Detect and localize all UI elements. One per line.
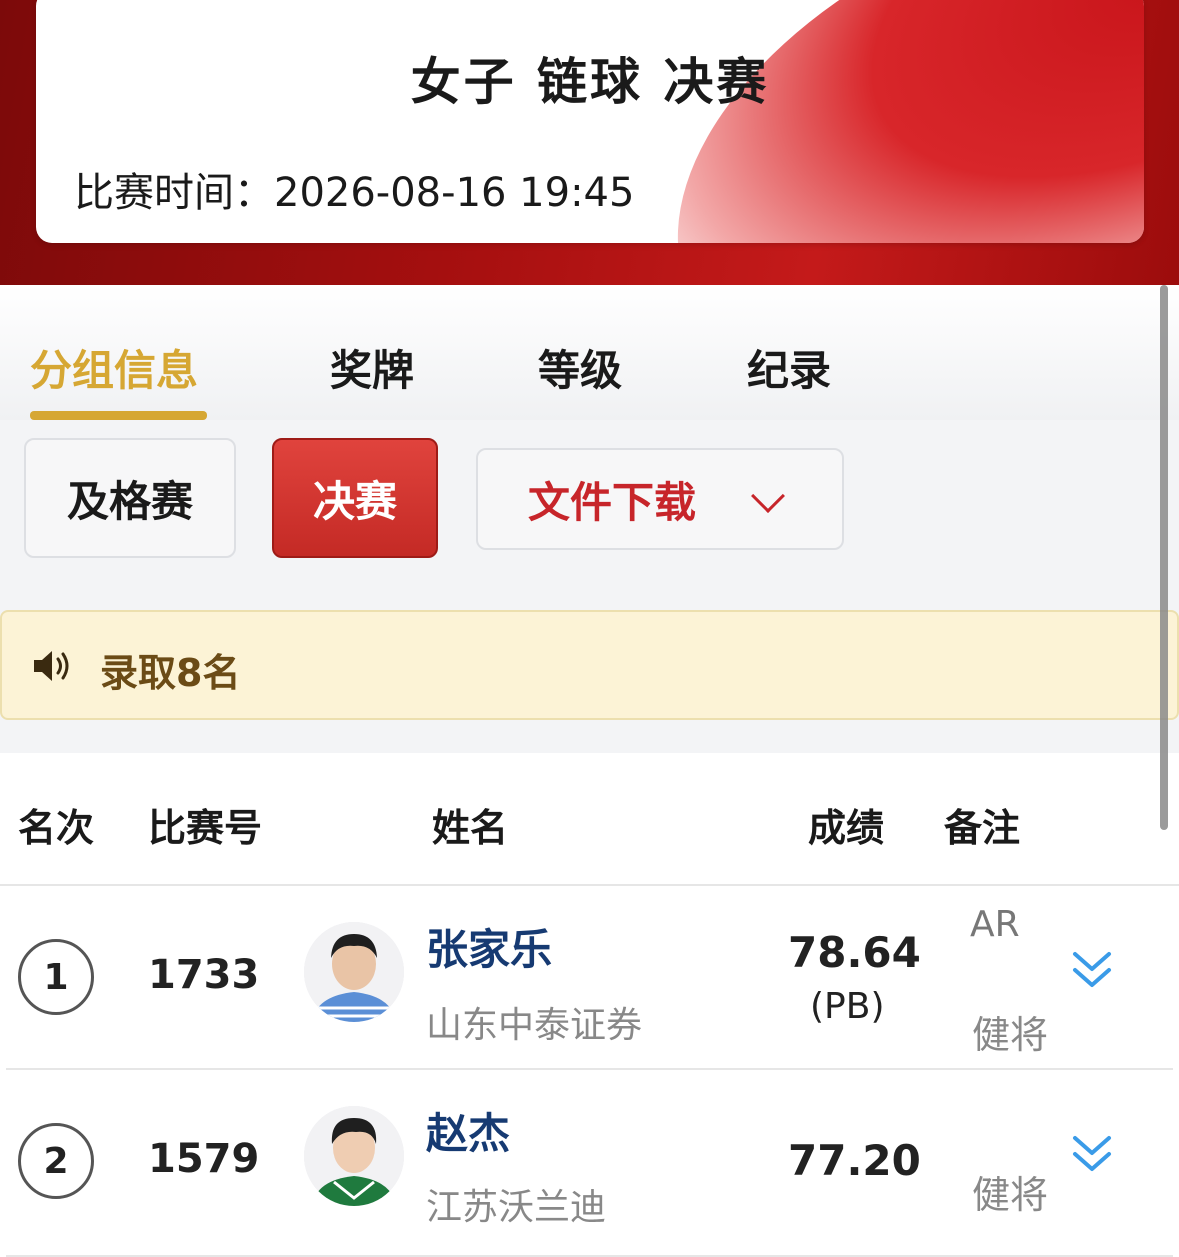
athlete-avatar [304,922,404,1022]
athlete-name[interactable]: 张家乐 [426,916,552,977]
event-time-value: 2026-08-16 19:45 [274,170,635,216]
table-row[interactable]: 2 1579 赵杰 江苏沃兰迪 77.20 健将 [6,1070,1173,1257]
personal-best-badge: (PB) [810,986,885,1027]
rank-badge: 2 [18,1123,94,1199]
athlete-avatar [304,1106,404,1206]
event-time-label: 比赛时间： [74,170,274,216]
record-badge: AR [970,904,1020,945]
bib-number: 1733 [148,952,260,998]
notice-bar: 录取8名 [0,610,1179,720]
active-tab-indicator [30,411,207,420]
athlete-team: 江苏沃兰迪 [426,1187,607,1228]
results-table-header: 名次 比赛号 姓名 成绩 备注 [0,753,1179,886]
header-note: 备注 [944,806,1021,850]
tab-records[interactable]: 纪录 [747,337,831,398]
tab-grades[interactable]: 等级 [538,337,622,398]
double-chevron-down-icon[interactable] [1072,948,1112,992]
header-name: 姓名 [432,806,509,850]
rank-badge: 1 [18,939,94,1015]
notice-section: 录取8名 [0,578,1179,753]
table-row[interactable]: 1 1733 张家乐 山东中泰证券 78.64 (PB) AR 健将 [6,886,1173,1070]
event-title: 女子 链球 决赛 [410,53,770,111]
bib-number: 1579 [148,1136,260,1182]
event-header-card: 女子 链球 决赛 比赛时间：2026-08-16 19:45 [36,0,1144,243]
athlete-name[interactable]: 赵杰 [426,1100,510,1161]
event-time: 比赛时间：2026-08-16 19:45 [74,160,634,218]
notice-text: 录取8名 [100,651,241,695]
header-bib: 比赛号 [148,806,263,850]
double-chevron-down-icon[interactable] [1072,1132,1112,1176]
remark-text: 健将 [972,1013,1049,1057]
file-download-label: 文件下载 [528,477,697,527]
card-swoosh-decoration [600,0,1144,243]
qualifying-round-button[interactable]: 及格赛 [24,438,236,558]
header-mark: 成绩 [808,806,885,850]
result-mark: 78.64 [788,928,921,977]
chevron-down-icon [751,479,785,513]
remark-text: 健将 [972,1173,1049,1217]
header-rank: 名次 [18,806,95,850]
speaker-icon [34,651,69,681]
file-download-dropdown[interactable]: 文件下载 [476,448,844,550]
round-selector: 及格赛 决赛 文件下载 [0,420,1179,578]
tab-bar: 分组信息 奖牌 等级 纪录 [0,285,1179,420]
athlete-team: 山东中泰证券 [426,1005,643,1046]
tab-medals[interactable]: 奖牌 [330,337,414,398]
result-mark: 77.20 [788,1136,921,1185]
final-round-button[interactable]: 决赛 [272,438,438,558]
header-banner: 女子 链球 决赛 比赛时间：2026-08-16 19:45 [0,0,1179,285]
tab-group-info[interactable]: 分组信息 [30,337,198,398]
vertical-scrollbar[interactable] [1160,285,1168,830]
